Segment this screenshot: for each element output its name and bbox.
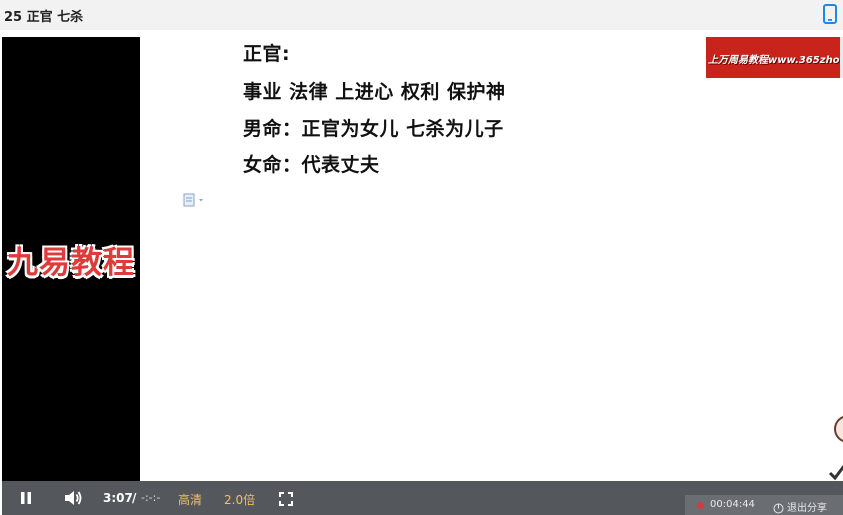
- lesson-title: 25 正官 七杀: [4, 10, 84, 25]
- slide-line-male: 男命：正官为女儿 七杀为儿子: [243, 118, 504, 140]
- slide-content: 正官: 事业 法律 上进心 权利 保护神 男命：正官为女儿 七杀为儿子 女命：代…: [140, 37, 843, 481]
- brand-watermark: 九易教程: [7, 245, 135, 281]
- website-watermark-banner: 上万周易教程www.365zhouyi.com: [706, 37, 843, 78]
- decorative-checkmark-icon: [828, 463, 843, 481]
- volume-icon[interactable]: [63, 489, 83, 507]
- paste-options-icon: [183, 192, 209, 207]
- record-dot-icon: [697, 502, 704, 509]
- video-player[interactable]: 正官: 事业 法律 上进心 权利 保护神 男命：正官为女儿 七杀为儿子 女命：代…: [2, 37, 843, 515]
- pause-icon[interactable]: [18, 490, 34, 506]
- time-separator: /: [132, 491, 137, 505]
- speed-button[interactable]: 2.0倍: [224, 491, 255, 508]
- exit-icon[interactable]: [773, 499, 784, 514]
- quality-button[interactable]: 高清: [178, 491, 202, 508]
- share-status-panel: 00:04:44 退出分享: [685, 495, 843, 515]
- slide-line-heading: 正官:: [243, 43, 291, 65]
- total-time: -:-:-: [141, 491, 161, 504]
- fullscreen-icon[interactable]: [279, 491, 293, 506]
- title-bar: 25 正官 七杀: [0, 0, 843, 30]
- slide-line-keywords: 事业 法律 上进心 权利 保护神: [243, 81, 506, 103]
- decorative-figure: [834, 415, 843, 443]
- recording-time: 00:04:44: [710, 499, 755, 510]
- current-time: 3:07: [103, 491, 133, 505]
- website-watermark-text: 上万周易教程www.365zhouyi.com: [708, 55, 843, 66]
- mobile-phone-icon[interactable]: [822, 4, 838, 24]
- exit-share-button[interactable]: 退出分享: [787, 499, 827, 514]
- slide-line-female: 女命：代表丈夫: [243, 154, 380, 176]
- control-bar: 3:07 / -:-:- 高清 2.0倍 00:04:44 退出分享: [2, 481, 843, 515]
